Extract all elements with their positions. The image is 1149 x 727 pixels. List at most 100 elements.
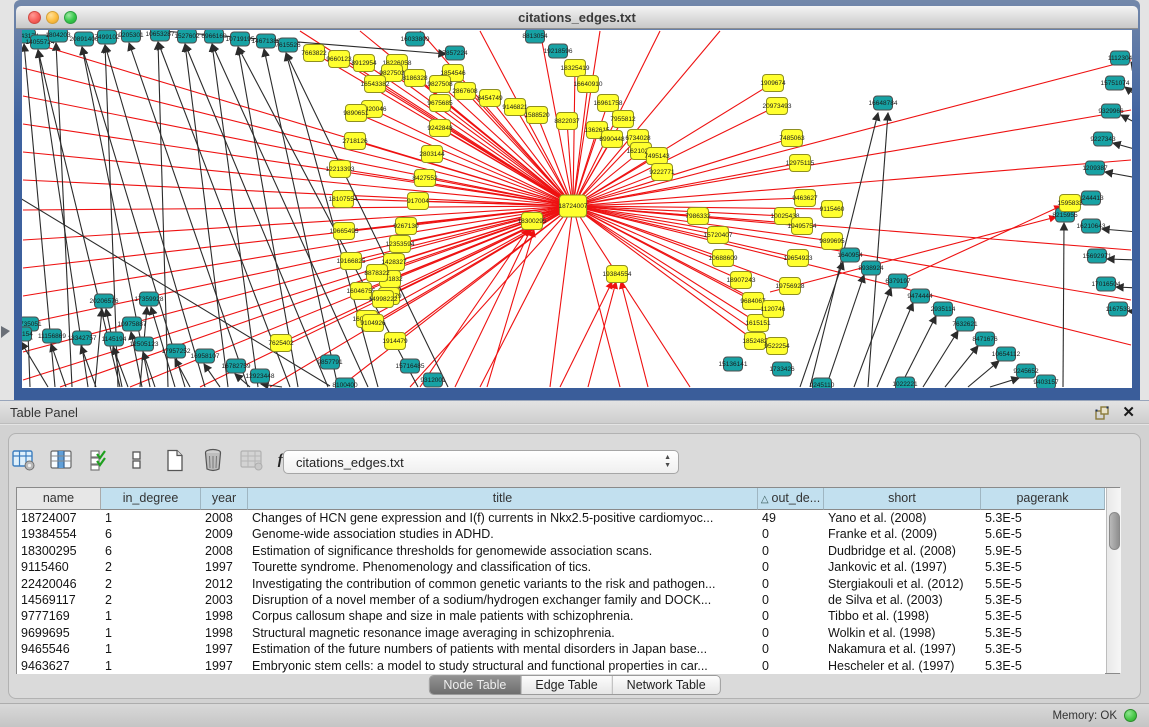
graph-edge (826, 275, 864, 387)
graph-node-label: 1022221 (892, 381, 918, 388)
table-scrollbar[interactable] (1106, 488, 1121, 673)
graph-node-label: 18907243 (727, 277, 756, 284)
network-canvas[interactable]: 2043174140557241804203208914067499102920… (22, 30, 1132, 388)
graph-edge (573, 206, 755, 341)
graph-node-label: 16210643 (1077, 223, 1106, 230)
graph-node-label: 11156869 (38, 333, 66, 340)
column-header-pagerank[interactable]: pagerank (981, 488, 1105, 510)
close-panel-icon[interactable]: ✕ (1122, 403, 1135, 421)
graph-edge (877, 303, 913, 387)
graph-node-label: 18724007 (559, 203, 588, 210)
table-row[interactable]: 1872400712008Changes of HCN gene express… (17, 510, 1105, 526)
network-window: citations_edges.txt 20431741405572418042… (14, 0, 1140, 400)
table-cell: Embryonic stem cells: a model to study s… (248, 658, 758, 674)
dropdown-stepper-icon: ▲▼ (664, 454, 671, 470)
network-window-titlebar[interactable]: citations_edges.txt (16, 6, 1138, 29)
graph-node-label: 12353594 (386, 241, 415, 248)
graph-node-label: 7857224 (442, 50, 468, 57)
column-header-title[interactable]: title (248, 488, 758, 510)
import-table-icon[interactable] (238, 447, 264, 473)
select-columns-icon[interactable] (86, 447, 112, 473)
graph-edge (1113, 143, 1132, 150)
graph-node-label: 2867608 (452, 88, 478, 95)
table-cell: Tourette syndrome. Phenomenology and cla… (248, 559, 758, 575)
table-cell: 1997 (201, 559, 248, 575)
graph-node-label: 8822037 (554, 118, 580, 125)
table-select-dropdown[interactable]: citations_edges.txt ▲▼ (283, 450, 679, 474)
table-cell: 2003 (201, 592, 248, 608)
graph-node-label: 16543382 (361, 81, 390, 88)
memory-status-indicator[interactable] (1124, 709, 1137, 722)
table-cell: 14569117 (17, 592, 101, 608)
table-cell: Disruption of a novel member of a sodium… (248, 592, 758, 608)
graph-node-label: 17359928 (135, 296, 164, 303)
memory-status-label: Memory: OK (1052, 710, 1117, 722)
graph-node-label: 9312001 (420, 377, 446, 384)
node-table: name in_degree year title △out_de... sho… (16, 487, 1120, 674)
table-panel-titlebar[interactable]: Table Panel ✕ (0, 400, 1149, 424)
table-cell: Structural magnetic resonance image aver… (248, 625, 758, 641)
graph-node-label: 8471676 (972, 336, 998, 343)
table-cell: 1 (101, 608, 201, 624)
table-row[interactable]: 1938455462009Genome-wide association stu… (17, 526, 1105, 542)
table-cell: 1998 (201, 625, 248, 641)
graph-node-label: 16958107 (191, 353, 220, 360)
table-cell: 2 (101, 592, 201, 608)
graph-node-label: 20973493 (763, 103, 792, 110)
graph-node-label: 8878322 (364, 270, 390, 277)
table-cell: Corpus callosum shape and size in male p… (248, 608, 758, 624)
graph-node-label: 8100400 (332, 382, 358, 388)
graph-node-label: 8186328 (402, 75, 428, 82)
table-row[interactable]: 977716911998Corpus callosum shape and si… (17, 608, 1105, 624)
graph-edge (621, 282, 648, 387)
graph-node-label: 9899695 (819, 238, 845, 245)
graph-node-label: 12923448 (246, 373, 275, 380)
column-header-name[interactable]: name (17, 488, 101, 510)
graph-node-label: 8215955 (1052, 212, 1078, 219)
table-row[interactable]: 1456911722003Disruption of a novel membe… (17, 592, 1105, 608)
graph-node-label: 16033809 (401, 36, 430, 43)
table-row[interactable]: 1830029562008Estimation of significance … (17, 543, 1105, 559)
float-panel-icon[interactable] (1095, 406, 1109, 420)
graph-edge (573, 206, 1131, 345)
table-row[interactable]: 946554611997Estimation of the future num… (17, 641, 1105, 657)
graph-node-label: 1588520 (524, 112, 550, 119)
rows-icon[interactable] (124, 447, 150, 473)
graph-node-label: 1595833 (1057, 200, 1083, 207)
graph-node-label: 1120746 (761, 306, 786, 313)
column-header-in-degree[interactable]: in_degree (101, 488, 201, 510)
tab-edge-table[interactable]: Edge Table (521, 676, 612, 694)
table-cell: 6 (101, 526, 201, 542)
new-file-icon[interactable] (162, 447, 188, 473)
table-row[interactable]: 969969511998Structural magnetic resonanc… (17, 625, 1105, 641)
table-cell: 2008 (201, 543, 248, 559)
table-cell: 0 (758, 641, 824, 657)
delete-table-icon[interactable] (200, 447, 226, 473)
tab-node-table[interactable]: Node Table (429, 676, 521, 694)
graph-node-label: 19218596 (544, 48, 573, 55)
column-header-out-degree[interactable]: △out_de... (758, 488, 824, 510)
graph-edge (395, 206, 573, 341)
table-scrollbar-thumb[interactable] (1109, 512, 1120, 550)
column-header-year[interactable]: year (201, 488, 248, 510)
show-columns-icon[interactable] (48, 447, 74, 473)
table-toolbar: f(x) (10, 444, 302, 476)
graph-edge (82, 47, 185, 387)
table-cell: 1 (101, 658, 201, 674)
graph-node-label: 8990448 (599, 136, 625, 143)
table-mode-icon[interactable] (10, 447, 36, 473)
table-cell: 22420046 (17, 576, 101, 592)
table-row[interactable]: 2242004622012Investigating the contribut… (17, 576, 1105, 592)
graph-edge (440, 128, 573, 206)
graph-node-label: 15720407 (704, 232, 733, 239)
graph-edge (573, 84, 588, 206)
table-cell: 18724007 (17, 510, 101, 526)
table-row[interactable]: 911546021997Tourette syndrome. Phenomeno… (17, 559, 1105, 575)
tab-network-table[interactable]: Network Table (613, 676, 720, 694)
table-cell: 0 (758, 625, 824, 641)
table-row[interactable]: 946362711997Embryonic stem cells: a mode… (17, 658, 1105, 674)
graph-edge (95, 309, 102, 387)
column-header-short[interactable]: short (824, 488, 981, 510)
graph-node-label: 9222771 (649, 169, 675, 176)
table-cell: 18300295 (17, 543, 101, 559)
